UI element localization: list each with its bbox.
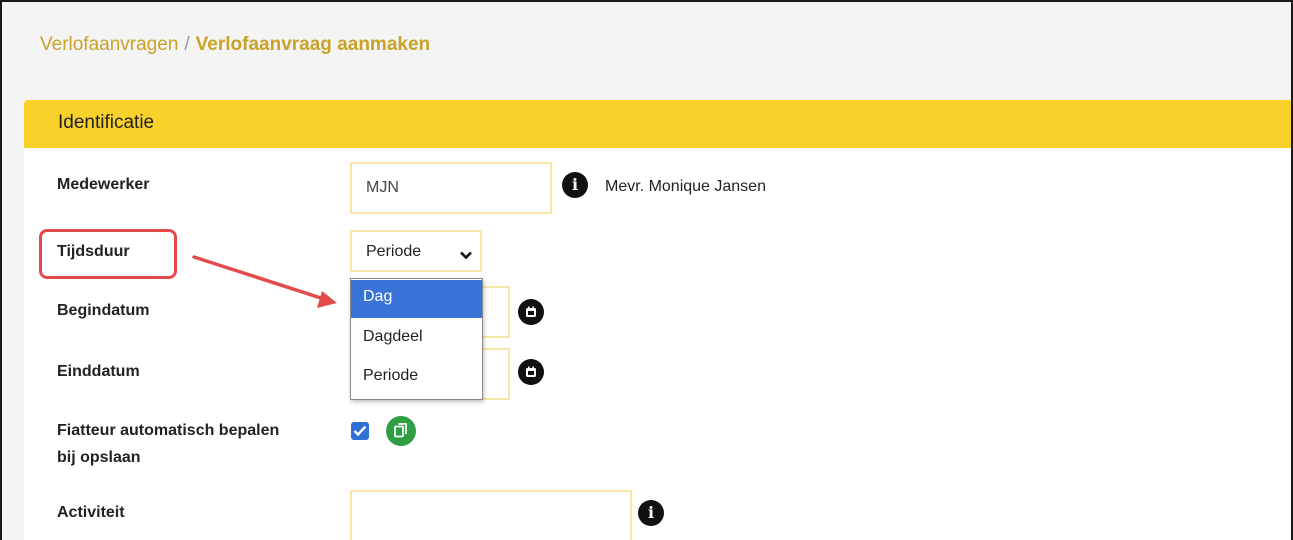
breadcrumb-current: Verlofaanvraag aanmaken [195,34,431,55]
breadcrumb-parent-link[interactable]: Verlofaanvragen [40,34,178,55]
info-icon[interactable]: i [562,172,588,198]
tijdsduur-label: Tijdsduur [57,243,130,260]
panel-header: Identificatie [24,100,1291,148]
copy-icon [394,423,407,438]
medewerker-input[interactable] [350,162,552,214]
einddatum-label: Einddatum [57,363,140,380]
begindatum-label: Begindatum [57,302,150,319]
calendar-icon[interactable] [518,359,544,385]
breadcrumb: Verlofaanvragen / Verlofaanvraag aanmaken [40,34,430,56]
identification-panel: Identificatie [24,100,1291,540]
dropdown-option-dagdeel[interactable]: Dagdeel [351,320,482,358]
activiteit-label: Activiteit [57,504,125,521]
copy-button[interactable] [386,416,416,446]
fiatteur-checkbox[interactable] [351,422,369,440]
tijdsduur-selected-value: Periode [366,243,422,260]
tijdsduur-select[interactable]: Periode [350,230,482,272]
info-icon[interactable]: i [638,500,664,526]
panel-title: Identificatie [58,112,155,133]
medewerker-label: Medewerker [57,176,150,193]
app-window: Verlofaanvragen / Verlofaanvraag aanmaken … [0,0,1293,540]
breadcrumb-separator: / [184,34,190,55]
dropdown-option-dag[interactable]: Dag [351,280,482,318]
tijdsduur-dropdown-list: Dag Dagdeel Periode [350,278,483,400]
fiatteur-label-line1: Fiatteur automatisch bepalen [57,422,280,439]
fiatteur-label-line2: bij opslaan [57,449,141,466]
activiteit-input[interactable] [350,490,632,540]
chevron-down-icon [460,247,472,265]
calendar-icon[interactable] [518,299,544,325]
dropdown-option-periode[interactable]: Periode [351,359,482,397]
medewerker-name: Mevr. Monique Jansen [605,178,766,195]
